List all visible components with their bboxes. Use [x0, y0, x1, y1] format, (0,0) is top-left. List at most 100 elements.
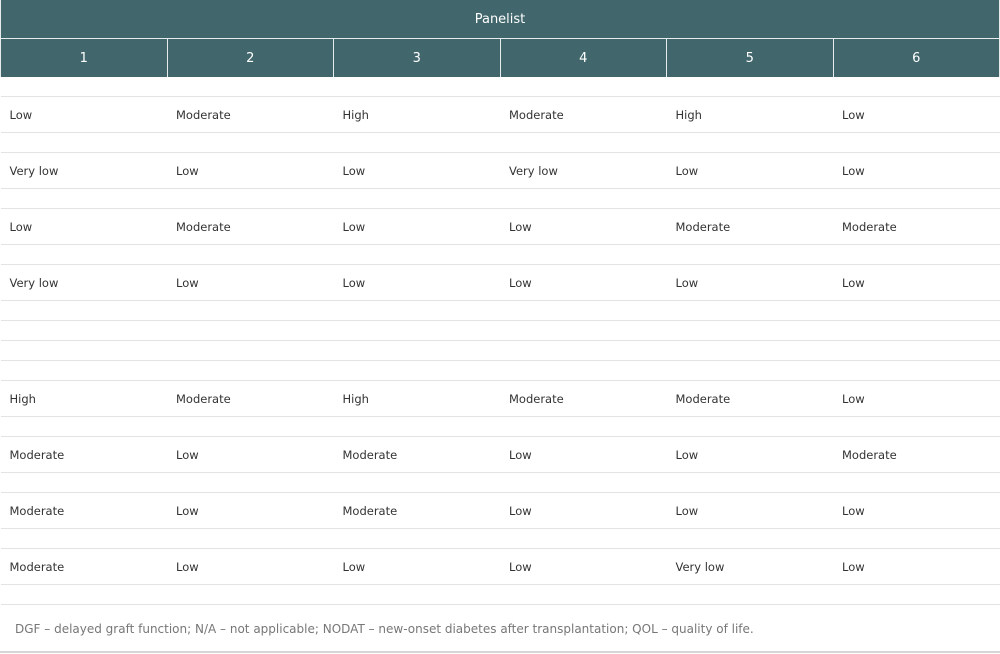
empty-cell [833, 472, 1000, 493]
column-header-4: 4 [499, 38, 667, 77]
empty-cell [0, 132, 167, 153]
table-cell: Moderate [0, 436, 167, 473]
table-cell: Very low [0, 152, 167, 189]
table-cell: Low [167, 152, 334, 189]
empty-cell [0, 584, 167, 605]
table-row: Moderate Low Moderate Low Low Low [0, 492, 1000, 529]
empty-cell [500, 340, 667, 361]
table-cell: Moderate [0, 492, 167, 529]
empty-cell [833, 340, 1000, 361]
empty-cell [0, 416, 167, 437]
empty-cell [167, 320, 334, 341]
empty-cell [167, 584, 334, 605]
table-cell: Low [833, 152, 1000, 189]
empty-cell [167, 472, 334, 493]
table-cell: Low [500, 492, 667, 529]
empty-cell [833, 528, 1000, 549]
table-cell: Moderate [833, 436, 1000, 473]
table-row: Moderate Low Moderate Low Low Moderate [0, 436, 1000, 473]
empty-cell [333, 132, 500, 153]
empty-cell [167, 300, 334, 321]
empty-cell [333, 300, 500, 321]
table-row: Very low Low Low Very low Low Low [0, 152, 1000, 189]
empty-cell [833, 188, 1000, 209]
spacer-row [0, 416, 1000, 437]
empty-cell [666, 584, 833, 605]
table-cell: Moderate [500, 380, 667, 417]
empty-cell [333, 320, 500, 341]
empty-cell [500, 300, 667, 321]
empty-cell [666, 320, 833, 341]
table-row: Low Moderate Low Low Moderate Moderate [0, 208, 1000, 245]
table-cell: Low [833, 96, 1000, 133]
table-body: Low Moderate High Moderate High Low Very low Lo… [0, 77, 1000, 605]
empty-cell [500, 528, 667, 549]
empty-cell [500, 320, 667, 341]
column-header-1: 1 [0, 38, 168, 77]
empty-cell [666, 77, 833, 97]
table-cell: Moderate [333, 492, 500, 529]
empty-cell [666, 528, 833, 549]
column-header-6: 6 [832, 38, 1000, 77]
empty-cell [167, 416, 334, 437]
empty-cell [0, 528, 167, 549]
empty-cell [500, 472, 667, 493]
empty-cell [666, 300, 833, 321]
empty-cell [666, 188, 833, 209]
table-cell: Moderate [666, 380, 833, 417]
empty-cell [833, 300, 1000, 321]
spacer-row [0, 244, 1000, 265]
empty-cell [833, 320, 1000, 341]
empty-cell [833, 360, 1000, 381]
empty-cell [833, 244, 1000, 265]
table-cell: Low [333, 548, 500, 585]
empty-cell [0, 340, 167, 361]
column-header-3: 3 [333, 38, 501, 77]
table-cell: High [333, 96, 500, 133]
table-header: Panelist 123456 [0, 0, 1000, 77]
empty-cell [500, 584, 667, 605]
empty-cell [333, 77, 500, 97]
table-cell: Moderate [333, 436, 500, 473]
empty-cell [333, 584, 500, 605]
empty-cell [0, 244, 167, 265]
table-row: Low Moderate High Moderate High Low [0, 96, 1000, 133]
empty-cell [333, 528, 500, 549]
table-cell: Low [333, 264, 500, 301]
empty-cell [0, 188, 167, 209]
empty-cell [833, 416, 1000, 437]
table-row: Moderate Low Low Low Very low Low [0, 548, 1000, 585]
column-header-row: 123456 [0, 38, 1000, 77]
empty-cell [500, 132, 667, 153]
table-cell: Moderate [0, 548, 167, 585]
spacer-row [0, 132, 1000, 153]
table-cell: Low [500, 208, 667, 245]
table-cell: Moderate [167, 208, 334, 245]
column-header-5: 5 [666, 38, 834, 77]
spacer-row [0, 77, 1000, 97]
empty-cell [333, 360, 500, 381]
empty-cell [0, 77, 167, 97]
panelist-header: Panelist [0, 0, 1000, 39]
empty-cell [500, 77, 667, 97]
table-cell: Low [0, 96, 167, 133]
table-cell: Low [666, 492, 833, 529]
empty-cell [333, 244, 500, 265]
empty-cell [500, 244, 667, 265]
spacer-row [0, 360, 1000, 381]
empty-cell [500, 188, 667, 209]
empty-cell [666, 416, 833, 437]
empty-cell [167, 77, 334, 97]
empty-cell [167, 244, 334, 265]
panelist-table: Panelist 123456 Low Moderate High Moderate H… [0, 0, 1000, 605]
table-cell: Low [167, 264, 334, 301]
table-cell: Moderate [666, 208, 833, 245]
table-row: Very low Low Low Low Low Low [0, 264, 1000, 301]
column-header-2: 2 [166, 38, 334, 77]
spacer-row [0, 320, 1000, 341]
empty-cell [833, 77, 1000, 97]
spacer-row [0, 340, 1000, 361]
table-cell: Very low [666, 548, 833, 585]
empty-cell [666, 244, 833, 265]
table-cell: High [0, 380, 167, 417]
